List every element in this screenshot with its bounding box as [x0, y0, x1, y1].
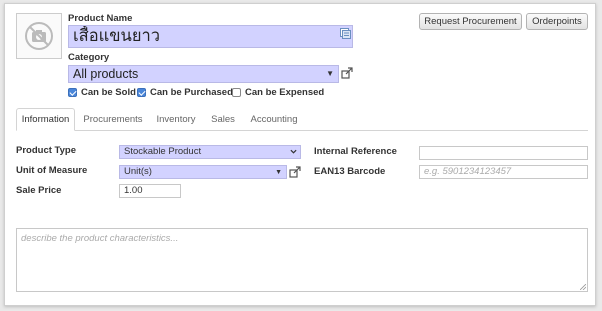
camera-placeholder-icon — [25, 22, 53, 50]
unit-of-measure-value: Unit(s) — [124, 166, 152, 177]
chevron-down-icon: ▼ — [326, 69, 334, 78]
can-be-expensed-checkbox[interactable] — [232, 88, 241, 97]
ean13-barcode-label: EAN13 Barcode — [314, 166, 386, 177]
can-be-purchased-option[interactable]: Can be Purchased — [137, 87, 233, 98]
product-image[interactable] — [16, 13, 62, 59]
product-type-value: Stockable Product — [124, 146, 202, 157]
can-be-expensed-option[interactable]: Can be Expensed — [232, 87, 324, 98]
internal-reference-input[interactable] — [419, 146, 588, 160]
tab-sales[interactable]: Sales — [205, 108, 241, 131]
tab-accounting[interactable]: Accounting — [245, 108, 303, 131]
tab-information[interactable]: Information — [16, 108, 75, 131]
sale-price-value: 1.00 — [124, 185, 143, 196]
ean13-barcode-input[interactable]: e.g. 5901234123457 — [419, 165, 588, 179]
can-be-sold-option[interactable]: Can be Sold — [68, 87, 136, 98]
description-placeholder: describe the product characteristics... — [21, 233, 179, 244]
unit-of-measure-label: Unit of Measure — [16, 165, 88, 176]
can-be-purchased-checkbox[interactable] — [137, 88, 146, 97]
can-be-sold-checkbox[interactable] — [68, 88, 77, 97]
request-procurement-button[interactable]: Request Procurement — [419, 13, 522, 30]
product-type-select[interactable]: Stockable Product — [119, 145, 301, 159]
product-type-label: Product Type — [16, 145, 76, 156]
internal-reference-label: Internal Reference — [314, 146, 397, 157]
description-textarea[interactable]: describe the product characteristics... — [16, 228, 588, 292]
product-form-sheet: Product Name เสื้อแขนยาว Category All pr… — [4, 3, 596, 306]
category-label: Category — [68, 52, 110, 63]
can-be-purchased-label: Can be Purchased — [150, 87, 233, 98]
unit-of-measure-select[interactable]: Unit(s) ▼ — [119, 165, 287, 179]
tab-procurements[interactable]: Procurements — [79, 108, 147, 131]
translate-icon[interactable] — [340, 28, 351, 39]
external-link-icon[interactable] — [289, 166, 301, 178]
chevron-down-icon — [290, 149, 297, 154]
sale-price-label: Sale Price — [16, 185, 62, 196]
resize-grip-icon[interactable] — [580, 284, 586, 290]
category-value: All products — [73, 67, 139, 81]
category-select[interactable]: All products ▼ — [68, 65, 339, 83]
external-link-icon[interactable] — [341, 67, 353, 79]
chevron-down-icon: ▼ — [275, 169, 282, 176]
can-be-sold-label: Can be Sold — [81, 87, 136, 98]
orderpoints-button[interactable]: Orderpoints — [526, 13, 588, 30]
product-name-input[interactable]: เสื้อแขนยาว — [68, 25, 353, 48]
tab-inventory[interactable]: Inventory — [151, 108, 201, 131]
sale-price-input[interactable]: 1.00 — [119, 184, 181, 198]
product-name-value: เสื้อแขนยาว — [73, 27, 161, 45]
can-be-expensed-label: Can be Expensed — [245, 87, 325, 98]
product-name-label: Product Name — [68, 13, 133, 24]
ean13-barcode-placeholder: e.g. 5901234123457 — [424, 166, 512, 177]
